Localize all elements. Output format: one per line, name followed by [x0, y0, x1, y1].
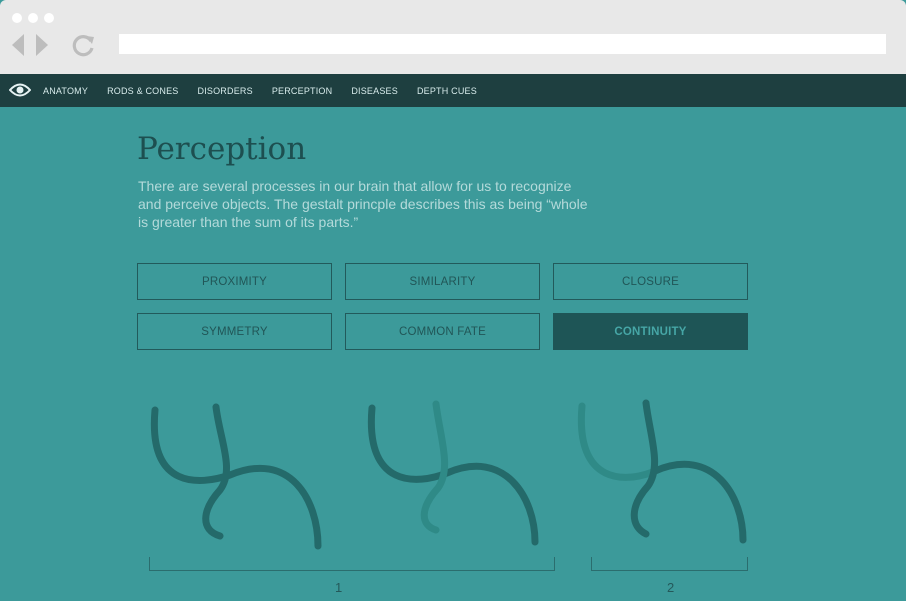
curve-b	[202, 403, 231, 540]
continuity-figure-part-2	[577, 399, 747, 544]
figure-label-2: 2	[667, 580, 675, 595]
curve-a-end	[651, 460, 747, 544]
continuity-illustration	[150, 399, 747, 550]
curve-a	[367, 404, 539, 546]
figure-bracket-2	[591, 557, 748, 571]
figure-label-1: 1	[335, 580, 343, 595]
continuity-figure-part-1	[367, 400, 539, 546]
curve-a	[150, 406, 322, 550]
figure-bracket-1	[149, 557, 555, 571]
curve-a	[577, 402, 659, 481]
curve-b	[630, 399, 658, 538]
continuity-figure-whole	[150, 403, 322, 550]
curve-b	[420, 400, 448, 534]
